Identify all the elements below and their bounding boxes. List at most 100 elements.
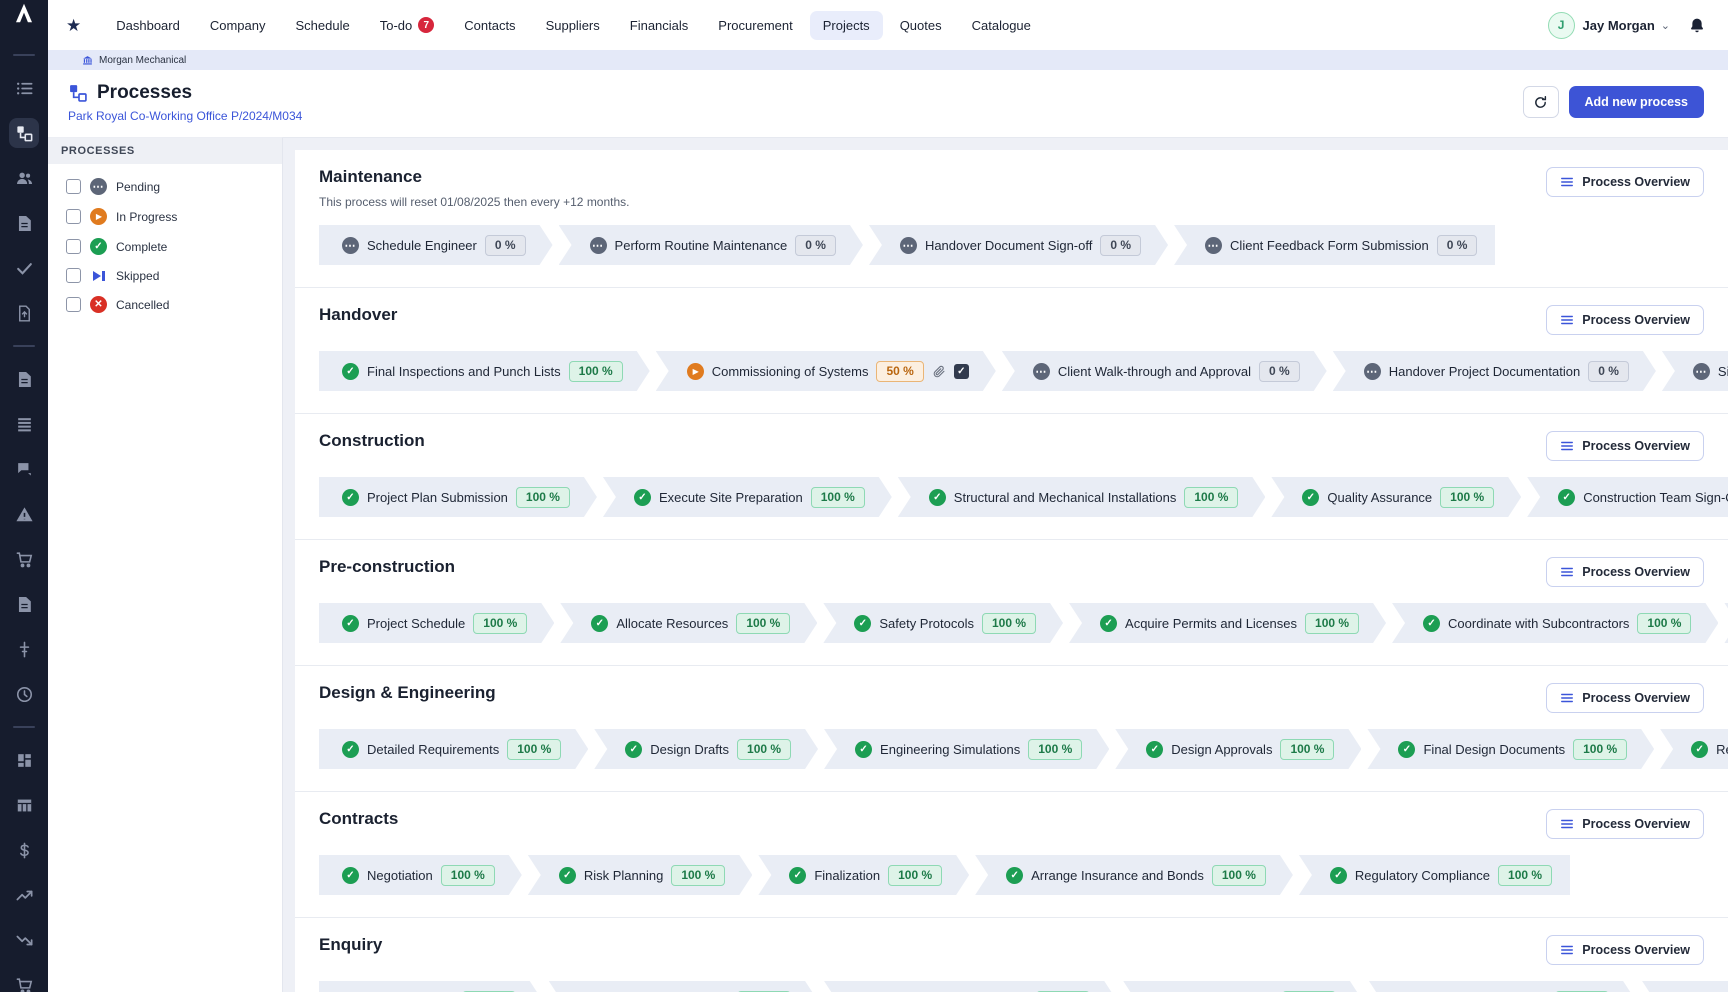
list-icon[interactable] [9, 73, 39, 103]
warning-icon[interactable] [9, 499, 39, 529]
add-new-process-button[interactable]: Add new process [1569, 86, 1705, 118]
process-step-engineering-simulations[interactable]: ✓Engineering Simulations100 % [824, 729, 1109, 769]
trend-down-icon[interactable] [9, 925, 39, 955]
process-step-perform-routine-maintenance[interactable]: ⋯Perform Routine Maintenance0 % [559, 225, 863, 265]
process-overview-label: Process Overview [1582, 439, 1690, 453]
check-icon[interactable] [9, 253, 39, 283]
cart-icon[interactable] [9, 544, 39, 574]
filter-item-in-progress[interactable]: ▶In Progress [58, 206, 272, 227]
status-complete-icon: ✓ [342, 489, 359, 506]
table-icon[interactable] [9, 790, 39, 820]
process-step-allocate-resources[interactable]: ✓Allocate Resources100 % [560, 603, 817, 643]
filter-item-skipped[interactable]: Skipped [58, 266, 272, 285]
process-step-coordinate-with-subcontractors[interactable]: ✓Coordinate with Subcontractors100 % [1392, 603, 1718, 643]
nav-item-quotes[interactable]: Quotes [887, 11, 955, 40]
refresh-button[interactable] [1523, 86, 1559, 118]
process-overview-button[interactable]: Process Overview [1546, 431, 1704, 461]
trend-up-icon[interactable] [9, 880, 39, 910]
process-step-negotiation[interactable]: ✓Negotiation100 % [319, 855, 522, 895]
filter-item-complete[interactable]: ✓Complete [58, 236, 272, 257]
nav-item-contacts[interactable]: Contacts [451, 11, 528, 40]
process-step-risk-planning[interactable]: ✓Risk Planning100 % [528, 855, 753, 895]
filter-checkbox-in-progress[interactable] [66, 209, 81, 224]
process-overview-button[interactable]: Process Overview [1546, 557, 1704, 587]
process-step-initiate-contact[interactable]: ✓Initiate Contact100 % [319, 981, 543, 992]
step-checked-checkbox[interactable]: ✓ [954, 364, 969, 379]
cart-icon[interactable] [9, 970, 39, 992]
process-step-release-materials-procurement[interactable]: ✓Release Materials Procurement100 % [1660, 729, 1728, 769]
process-step-acquire-permits-and-licenses[interactable]: ✓Acquire Permits and Licenses100 % [1069, 603, 1386, 643]
nav-item-procurement[interactable]: Procurement [705, 11, 805, 40]
users-icon[interactable] [9, 163, 39, 193]
process-step-commissioning-of-systems[interactable]: ▶Commissioning of Systems50 %✓ [656, 351, 996, 391]
nav-item-schedule[interactable]: Schedule [283, 11, 363, 40]
process-step-conduct-site-assessment[interactable]: ✓Conduct Site Assessment100 % [824, 981, 1117, 992]
filter-checkbox-complete[interactable] [66, 239, 81, 254]
favorites-star-icon[interactable]: ★ [66, 17, 81, 34]
list-icon [1560, 175, 1574, 189]
nav-item-projects[interactable]: Projects [810, 11, 883, 40]
process-step-prepare-construction-site[interactable]: ✓Prepare Construction Site100 % [1724, 603, 1728, 643]
nav-item-catalogue[interactable]: Catalogue [959, 11, 1044, 40]
process-step-handover-document-sign-off[interactable]: ⋯Handover Document Sign-off0 % [869, 225, 1168, 265]
filter-item-pending[interactable]: ⋯Pending [58, 176, 272, 197]
nav-item-dashboard[interactable]: Dashboard [103, 11, 193, 40]
process-step-structural-and-mechanical-installations[interactable]: ✓Structural and Mechanical Installations… [898, 477, 1266, 517]
step-label: Handover Document Sign-off [925, 238, 1092, 253]
process-overview-button[interactable]: Process Overview [1546, 935, 1704, 965]
process-step-detailed-requirements[interactable]: ✓Detailed Requirements100 % [319, 729, 588, 769]
process-step-handover-project-documentation[interactable]: ⋯Handover Project Documentation0 % [1333, 351, 1656, 391]
chat-icon[interactable] [9, 454, 39, 484]
filter-checkbox-pending[interactable] [66, 179, 81, 194]
app-logo[interactable] [0, 0, 48, 26]
process-step-execute-site-preparation[interactable]: ✓Execute Site Preparation100 % [603, 477, 892, 517]
rail-divider [13, 345, 35, 347]
process-step-project-plan-submission[interactable]: ✓Project Plan Submission100 % [319, 477, 597, 517]
process-step-schedule-engineer[interactable]: ⋯Schedule Engineer0 % [319, 225, 553, 265]
nav-item-suppliers[interactable]: Suppliers [533, 11, 613, 40]
process-step-proposal-submission[interactable]: ✓Proposal Submission100 % [1369, 981, 1636, 992]
nav-item-financials[interactable]: Financials [617, 11, 702, 40]
grid-icon[interactable] [9, 745, 39, 775]
adjustments-icon[interactable] [9, 634, 39, 664]
document-icon[interactable] [9, 208, 39, 238]
file-upload-icon[interactable] [9, 298, 39, 328]
process-step-analyze-client-needs[interactable]: ✓Analyze Client Needs100 % [549, 981, 818, 992]
process-step-client-walk-through-and-approval[interactable]: ⋯Client Walk-through and Approval0 % [1002, 351, 1327, 391]
filter-checkbox-skipped[interactable] [66, 268, 81, 283]
process-step-final-inspections-and-punch-lists[interactable]: ✓Final Inspections and Punch Lists100 % [319, 351, 650, 391]
process-overview-button[interactable]: Process Overview [1546, 683, 1704, 713]
process-step-project-schedule[interactable]: ✓Project Schedule100 % [319, 603, 554, 643]
processes-icon[interactable] [9, 118, 39, 148]
nav-item-to-do[interactable]: To-do7 [367, 10, 448, 40]
process-step-arrange-insurance-and-bonds[interactable]: ✓Arrange Insurance and Bonds100 % [975, 855, 1293, 895]
process-step-client-feedback-form-submission[interactable]: ⋯Client Feedback Form Submission0 % [1174, 225, 1495, 265]
nav-item-company[interactable]: Company [197, 11, 279, 40]
project-link[interactable]: Park Royal Co-Working Office P/2024/M034 [68, 109, 302, 123]
filter-item-cancelled[interactable]: ✕Cancelled [58, 294, 272, 315]
document-icon[interactable] [9, 589, 39, 619]
process-step-sign-off-and-close-project[interactable]: ⋯Sign-off and Close Project0 % [1662, 351, 1728, 391]
process-step-quality-assurance[interactable]: ✓Quality Assurance100 % [1271, 477, 1521, 517]
user-menu[interactable]: J Jay Morgan ⌄ [1548, 12, 1670, 39]
document-icon[interactable] [9, 364, 39, 394]
process-overview-button[interactable]: Process Overview [1546, 305, 1704, 335]
attachment-paperclip-icon[interactable] [932, 364, 946, 379]
process-step-safety-protocols[interactable]: ✓Safety Protocols100 % [823, 603, 1063, 643]
process-overview-button[interactable]: Process Overview [1546, 809, 1704, 839]
clock-icon[interactable] [9, 679, 39, 709]
breadcrumb-label[interactable]: Morgan Mechanical [99, 55, 186, 66]
process-step-feasibility-study[interactable]: ✓Feasibility Study100 % [1123, 981, 1363, 992]
process-overview-button[interactable]: Process Overview [1546, 167, 1704, 197]
process-step-design-drafts[interactable]: ✓Design Drafts100 % [594, 729, 818, 769]
process-step-finalization[interactable]: ✓Finalization100 % [758, 855, 969, 895]
dollar-icon[interactable] [9, 835, 39, 865]
filter-checkbox-cancelled[interactable] [66, 297, 81, 312]
process-step-regulatory-compliance[interactable]: ✓Regulatory Compliance100 % [1299, 855, 1570, 895]
notifications-bell-icon[interactable] [1688, 16, 1706, 35]
process-step-proposal-feedback[interactable]: ✓Proposal Feedback100 % [1642, 981, 1728, 992]
process-step-final-design-documents[interactable]: ✓Final Design Documents100 % [1367, 729, 1654, 769]
process-step-construction-team-sign-off[interactable]: ✓Construction Team Sign-Off100 % [1527, 477, 1728, 517]
process-step-design-approvals[interactable]: ✓Design Approvals100 % [1115, 729, 1361, 769]
rows-icon[interactable] [9, 409, 39, 439]
